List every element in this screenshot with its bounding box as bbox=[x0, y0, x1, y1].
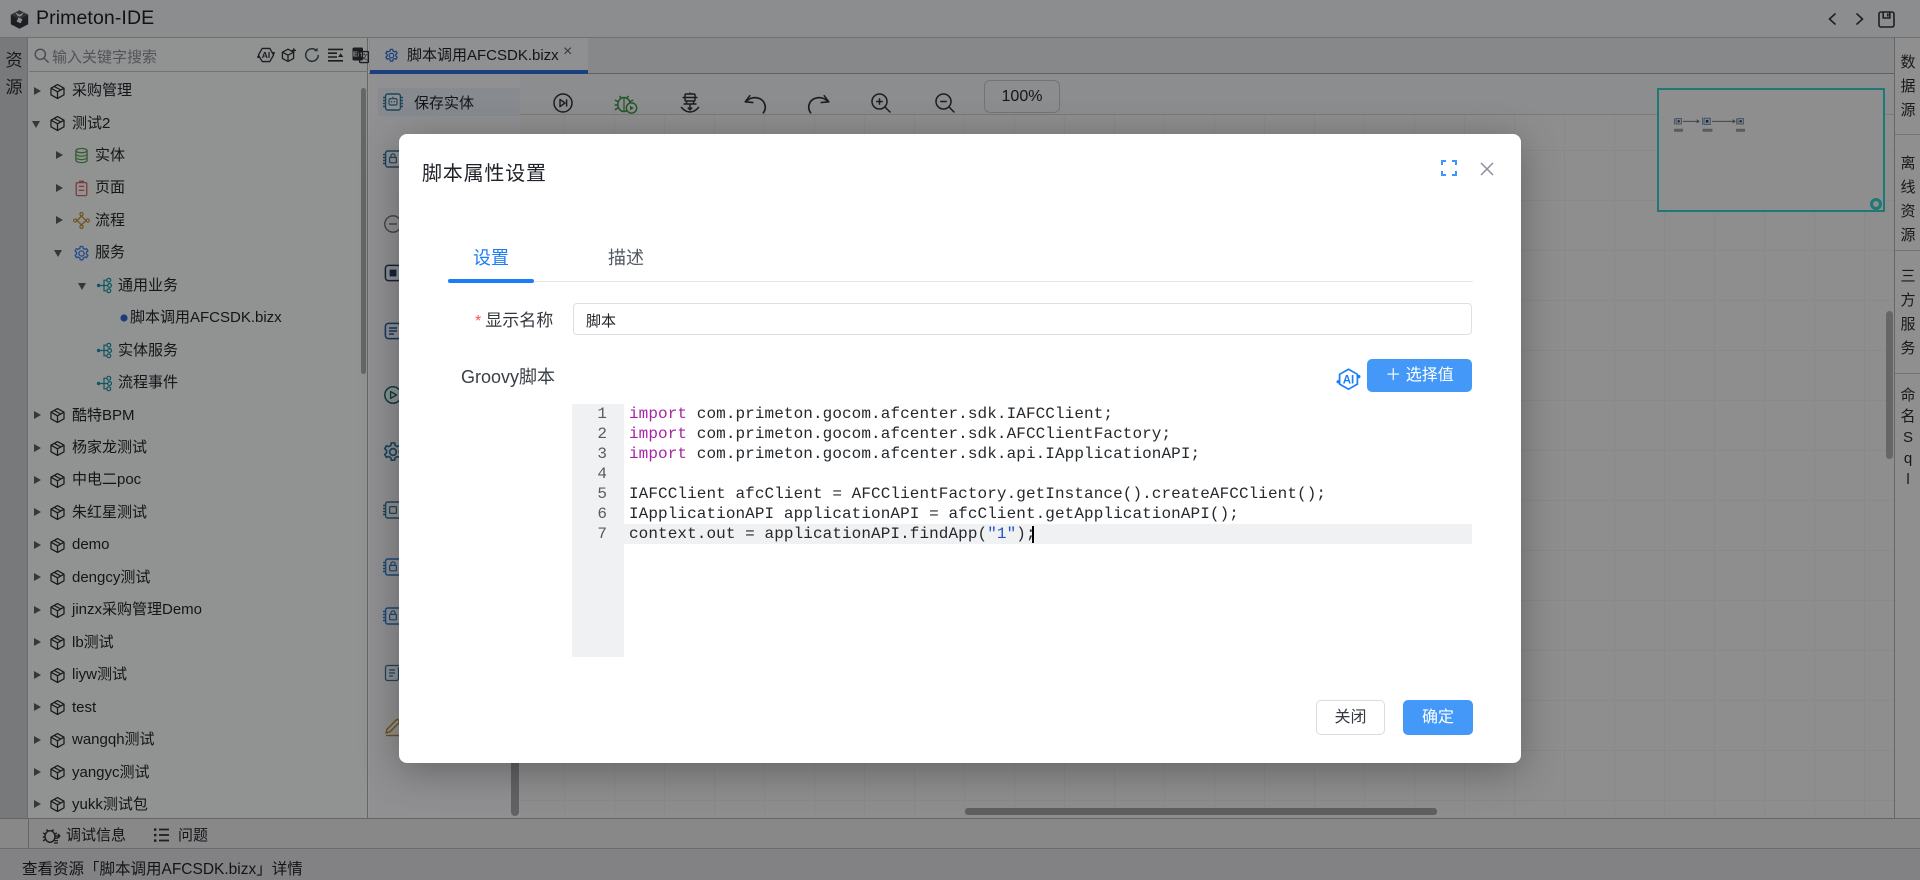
svg-text:AI: AI bbox=[1343, 375, 1355, 387]
